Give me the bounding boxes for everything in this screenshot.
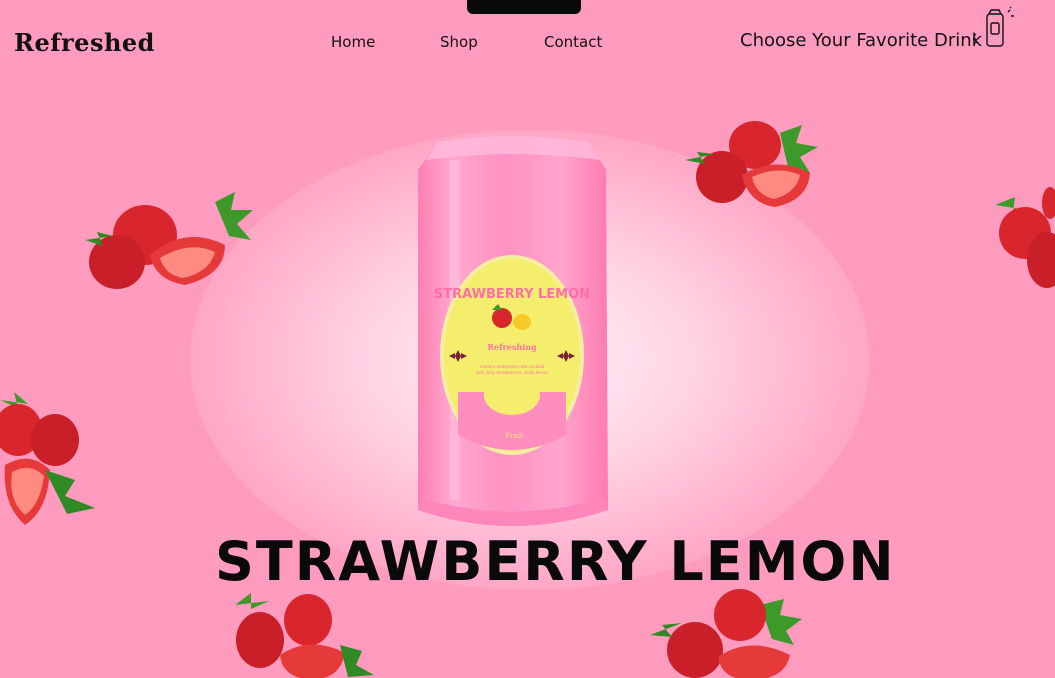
strawberry-cluster-right-edge [995,187,1055,288]
strawberry-cluster-lower-left [0,392,95,525]
soda-can-icon[interactable] [970,6,1022,50]
strawberry-cluster-bottom-right [650,589,802,678]
can-label-title: STRAWBERRY LEMON [434,287,590,302]
can-label-subtitle: Refreshing [487,342,537,352]
brand-logo[interactable]: Refreshed [14,28,155,57]
strawberry-cluster-left [85,192,253,289]
can-label-description-1: modern mangoless new cocktail [480,364,545,369]
strawberry-cluster-top-right [685,121,818,207]
can-label-footer: Fruit [505,432,523,440]
strawberry-cluster-bottom-left [235,593,374,678]
camera-notch [467,0,581,14]
header-tagline: Choose Your Favorite Drink [740,30,983,51]
nav-contact-link[interactable]: Contact [544,33,602,51]
nav-home-link[interactable]: Home [331,33,375,51]
strawberry-lemon-can: STRAWBERRY LEMON Refreshing modern mango… [418,136,608,526]
hero-title: STRAWBERRY LEMON [215,530,896,593]
can-label-description-2: with juicy strawberries, zesty lemon [476,370,549,375]
nav-shop-link[interactable]: Shop [440,33,478,51]
